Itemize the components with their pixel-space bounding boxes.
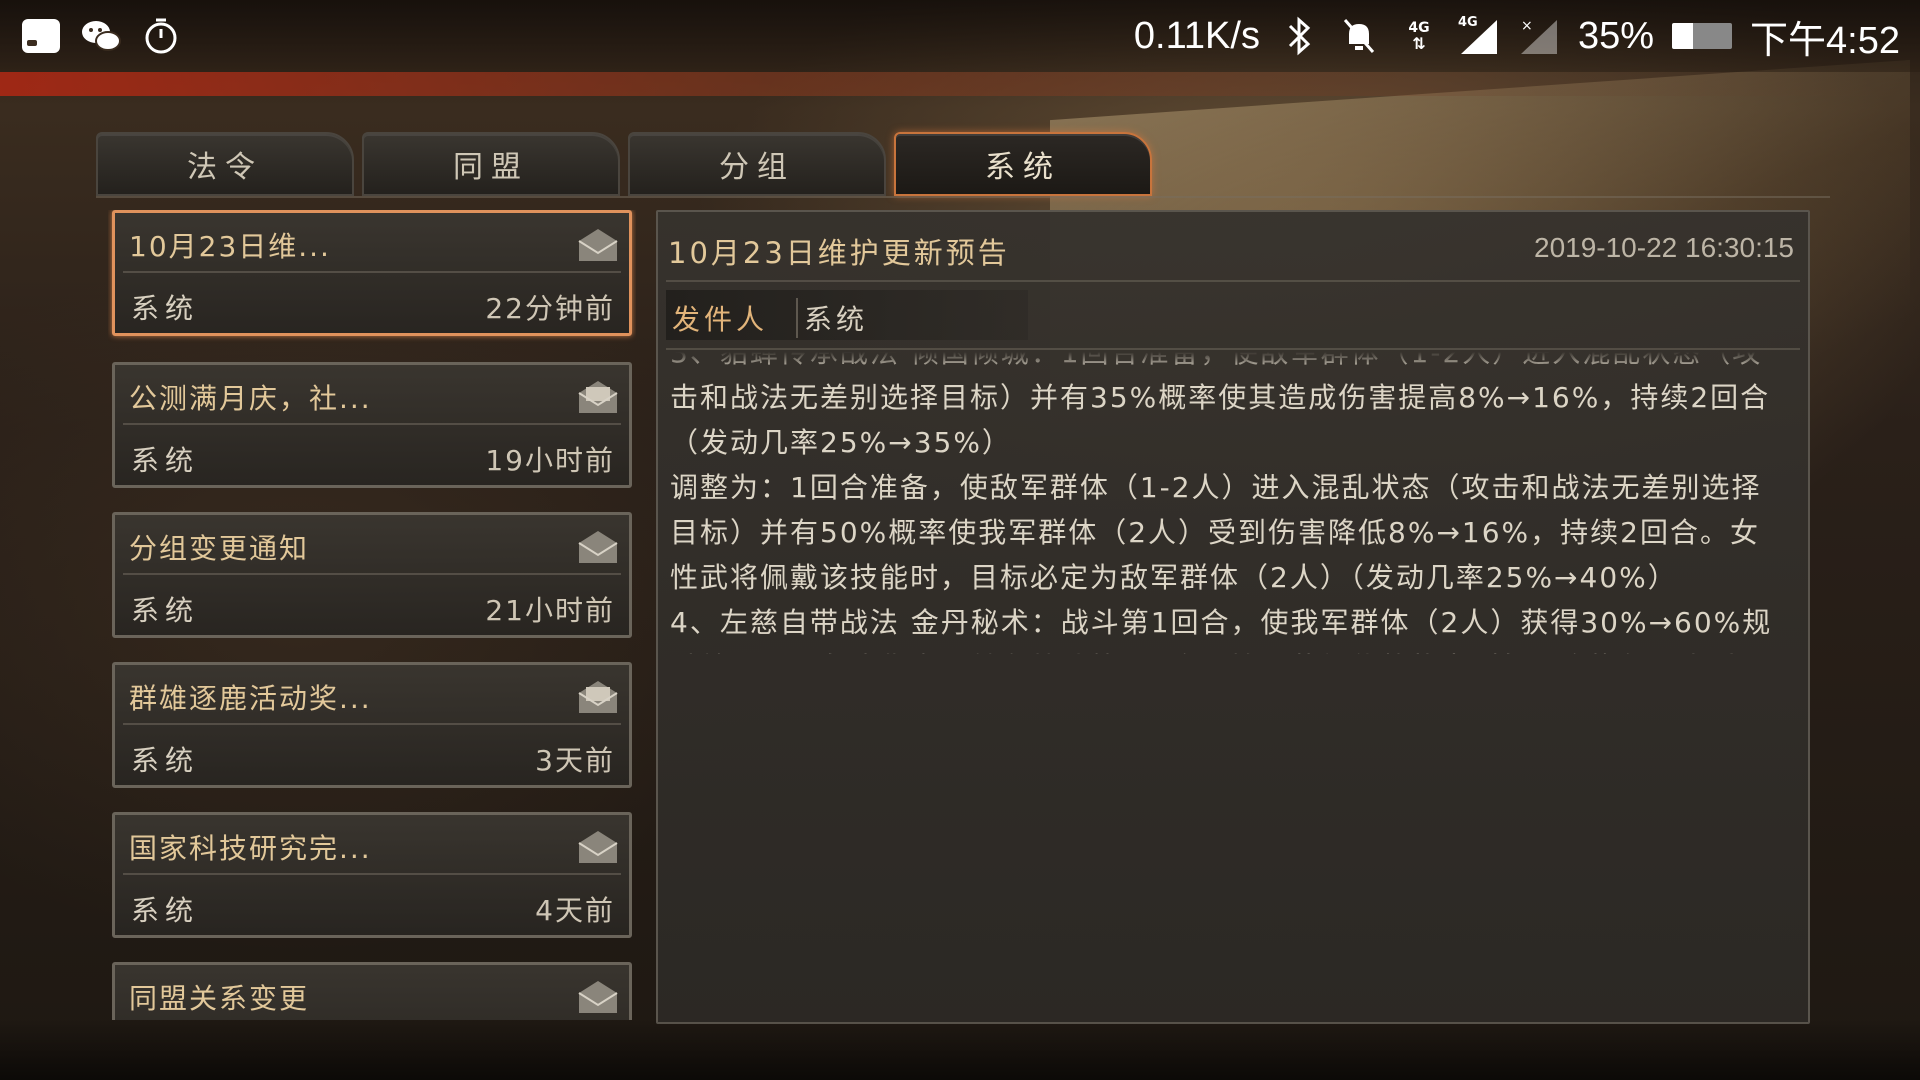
mail-item[interactable]: 分组变更通知 系统 21小时前 <box>112 512 632 638</box>
divider <box>666 280 1800 282</box>
divider <box>123 271 621 273</box>
status-bar: 0.11K/s 4G ⇅ 4G × 35% 下午4:52 <box>0 0 1920 72</box>
mail-detail-panel: 10月23日维护更新预告 2019-10-22 16:30:15 发件人 系统 … <box>656 210 1810 1024</box>
mail-sender: 系统 <box>131 894 200 927</box>
network-type-label: 4G <box>1457 15 1478 30</box>
sender-row: 发件人 系统 <box>666 290 1028 340</box>
background-stripe <box>0 72 1920 96</box>
mail-body: 3、貂蝉传承战法 倾国倾城：1回合准备，使敌军群体（1-2人）进入混乱状态（攻击… <box>670 352 1773 654</box>
tab-label: 法令 <box>187 150 263 185</box>
mail-sender: 系统 <box>131 444 200 477</box>
mail-subject: 群雄逐鹿活动奖... <box>129 682 372 715</box>
battery-icon <box>1672 23 1733 49</box>
mail-item[interactable]: 10月23日维... 系统 22分钟前 <box>112 210 632 336</box>
wechat-icon <box>80 15 122 57</box>
mail-subject: 10月23日维... <box>129 230 331 263</box>
mail-subject: 分组变更通知 <box>129 532 310 565</box>
mail-detail-title: 10月23日维护更新预告 <box>668 236 1010 270</box>
mail-subject: 公测满月庆，社... <box>129 382 372 415</box>
tab-label: 系统 <box>985 150 1061 185</box>
divider <box>123 873 621 875</box>
mail-tabs: 法令 同盟 分组 系统 <box>96 132 1152 196</box>
signal-icon: 4G <box>1458 15 1500 57</box>
data-arrows-icon: ⇅ <box>1412 34 1426 53</box>
network-4g-icon: 4G ⇅ <box>1398 15 1440 57</box>
mail-sender: 系统 <box>131 292 200 325</box>
mail-time: 4天前 <box>535 894 615 927</box>
envelope-open-icon <box>577 829 619 865</box>
envelope-letter-icon <box>577 679 619 715</box>
sender-name: 系统 <box>796 298 868 338</box>
mail-item[interactable]: 公测满月庆，社... 系统 19小时前 <box>112 362 632 488</box>
mail-subject: 国家科技研究完... <box>129 832 372 865</box>
mail-subject: 同盟关系变更 <box>129 982 310 1015</box>
tab-decree[interactable]: 法令 <box>96 132 354 196</box>
bluetooth-icon <box>1278 15 1320 57</box>
tab-group[interactable]: 分组 <box>628 132 886 196</box>
network-speed: 0.11K/s <box>1133 14 1260 57</box>
timer-icon <box>140 15 182 57</box>
tab-alliance[interactable]: 同盟 <box>362 132 620 196</box>
sender-label: 发件人 <box>672 303 769 336</box>
envelope-open-icon <box>577 227 619 263</box>
app-icon <box>20 15 62 57</box>
envelope-open-icon <box>577 529 619 565</box>
bottom-shadow <box>0 1020 1920 1080</box>
mail-sender: 系统 <box>131 594 200 627</box>
mail-item[interactable]: 同盟关系变更 系统 <box>112 962 632 1020</box>
divider <box>666 348 1800 350</box>
envelope-open-icon <box>577 979 619 1015</box>
divider <box>123 723 621 725</box>
status-bar-right: 0.11K/s 4G ⇅ 4G × 35% 下午4:52 <box>1134 9 1900 64</box>
mail-item[interactable]: 国家科技研究完... 系统 4天前 <box>112 812 632 938</box>
no-signal-icon: × <box>1518 15 1560 57</box>
mail-time: 22分钟前 <box>485 292 615 325</box>
mail-list[interactable]: 10月23日维... 系统 22分钟前 公测满月庆，社... 系统 19小时前 … <box>108 210 636 1020</box>
divider <box>123 573 621 575</box>
status-bar-left <box>20 15 182 57</box>
svg-text:×: × <box>1521 18 1533 34</box>
envelope-letter-icon <box>577 379 619 415</box>
tab-label: 分组 <box>719 150 795 185</box>
divider <box>123 423 621 425</box>
mail-time: 21小时前 <box>485 594 615 627</box>
mail-body-scroll[interactable]: 3、貂蝉传承战法 倾国倾城：1回合准备，使敌军群体（1-2人）进入混乱状态（攻击… <box>670 352 1790 654</box>
clock: 下午4:52 <box>1750 19 1900 62</box>
mute-bell-icon <box>1338 15 1380 57</box>
mail-sender: 系统 <box>131 744 200 777</box>
tab-label: 同盟 <box>453 150 529 185</box>
mail-time: 3天前 <box>535 744 615 777</box>
mail-time: 19小时前 <box>485 444 615 477</box>
mail-detail-date: 2019-10-22 16:30:15 <box>1534 232 1794 263</box>
battery-percent: 35% <box>1577 14 1655 57</box>
tab-system[interactable]: 系统 <box>894 132 1152 196</box>
mail-item[interactable]: 群雄逐鹿活动奖... 系统 3天前 <box>112 662 632 788</box>
